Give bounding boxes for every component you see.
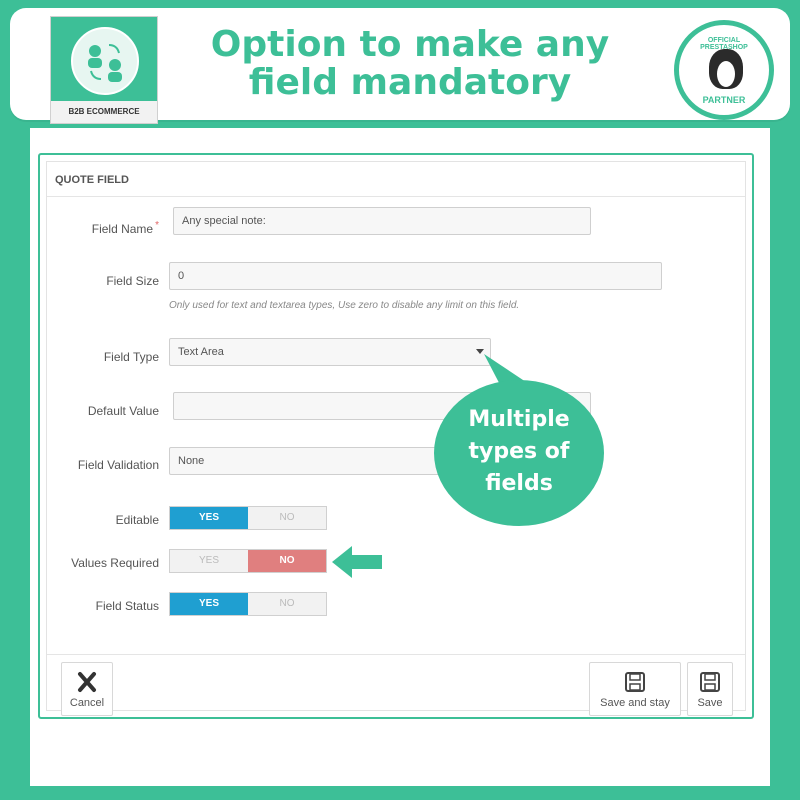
save-and-stay-button[interactable]: Save and stay bbox=[589, 662, 681, 716]
values-required-yes-option[interactable]: YES bbox=[170, 550, 248, 572]
save-and-stay-label: Save and stay bbox=[600, 697, 670, 709]
penguin-icon bbox=[709, 49, 743, 89]
promo-frame: B2B ECOMMERCE Option to make any field m… bbox=[0, 0, 800, 800]
field-status-no-option[interactable]: NO bbox=[248, 593, 326, 615]
logo-caption: B2B ECOMMERCE bbox=[51, 101, 157, 123]
headline-line-1: Option to make any bbox=[210, 24, 610, 65]
editable-yes-option[interactable]: YES bbox=[170, 507, 248, 529]
field-status-toggle[interactable]: YES NO bbox=[169, 592, 327, 616]
field-name-input[interactable]: Any special note: bbox=[173, 207, 591, 235]
field-validation-label: Field Validation bbox=[77, 458, 159, 472]
b2b-users-icon bbox=[71, 27, 139, 95]
field-size-hint: Only used for text and textarea types, U… bbox=[169, 300, 520, 311]
prestashop-partner-badge: OFFICIAL PRESTASHOP PARTNER bbox=[674, 20, 774, 120]
headline: Option to make any field mandatory bbox=[190, 26, 630, 102]
values-required-label: Values Required bbox=[71, 556, 159, 570]
left-arrow-icon bbox=[332, 546, 382, 578]
field-name-label: Field Name * bbox=[91, 220, 159, 236]
badge-bottom-text: PARTNER bbox=[702, 95, 746, 105]
panel-heading: QUOTE FIELD bbox=[55, 174, 129, 186]
cancel-label: Cancel bbox=[69, 697, 105, 709]
values-required-no-option[interactable]: NO bbox=[248, 550, 326, 572]
editable-toggle[interactable]: YES NO bbox=[169, 506, 327, 530]
field-type-label: Field Type bbox=[103, 350, 159, 364]
quote-field-panel: QUOTE FIELD Field Name * Any special note… bbox=[38, 153, 754, 719]
field-validation-value: None bbox=[178, 455, 205, 467]
headline-line-2: field mandatory bbox=[248, 62, 572, 103]
field-size-label: Field Size bbox=[106, 274, 159, 288]
cancel-button[interactable]: Cancel bbox=[61, 662, 113, 716]
default-value-label: Default Value bbox=[87, 404, 159, 418]
module-logo: B2B ECOMMERCE bbox=[50, 16, 158, 124]
editable-label: Editable bbox=[115, 513, 159, 527]
save-button[interactable]: Save bbox=[687, 662, 733, 716]
panel-body: QUOTE FIELD Field Name * Any special note… bbox=[46, 161, 746, 716]
callout-bubble: Multiple types of fields bbox=[434, 380, 604, 526]
field-size-input[interactable]: 0 bbox=[169, 262, 662, 290]
required-asterisk: * bbox=[155, 220, 159, 231]
banner: B2B ECOMMERCE Option to make any field m… bbox=[10, 8, 790, 124]
field-status-label: Field Status bbox=[95, 599, 159, 613]
editable-no-option[interactable]: NO bbox=[248, 507, 326, 529]
callout-line-2: types of bbox=[468, 439, 570, 464]
footer-divider bbox=[47, 654, 745, 655]
field-type-select[interactable]: Text Area bbox=[169, 338, 491, 366]
floppy-disk-icon bbox=[700, 672, 720, 692]
heading-divider bbox=[47, 196, 745, 197]
callout-line-3: fields bbox=[485, 471, 553, 496]
values-required-toggle[interactable]: YES NO bbox=[169, 549, 327, 573]
save-label: Save bbox=[697, 697, 723, 709]
callout-line-1: Multiple bbox=[468, 407, 570, 432]
field-status-yes-option[interactable]: YES bbox=[170, 593, 248, 615]
close-icon bbox=[78, 672, 96, 692]
floppy-disk-icon bbox=[625, 672, 645, 692]
field-type-value: Text Area bbox=[178, 346, 224, 358]
